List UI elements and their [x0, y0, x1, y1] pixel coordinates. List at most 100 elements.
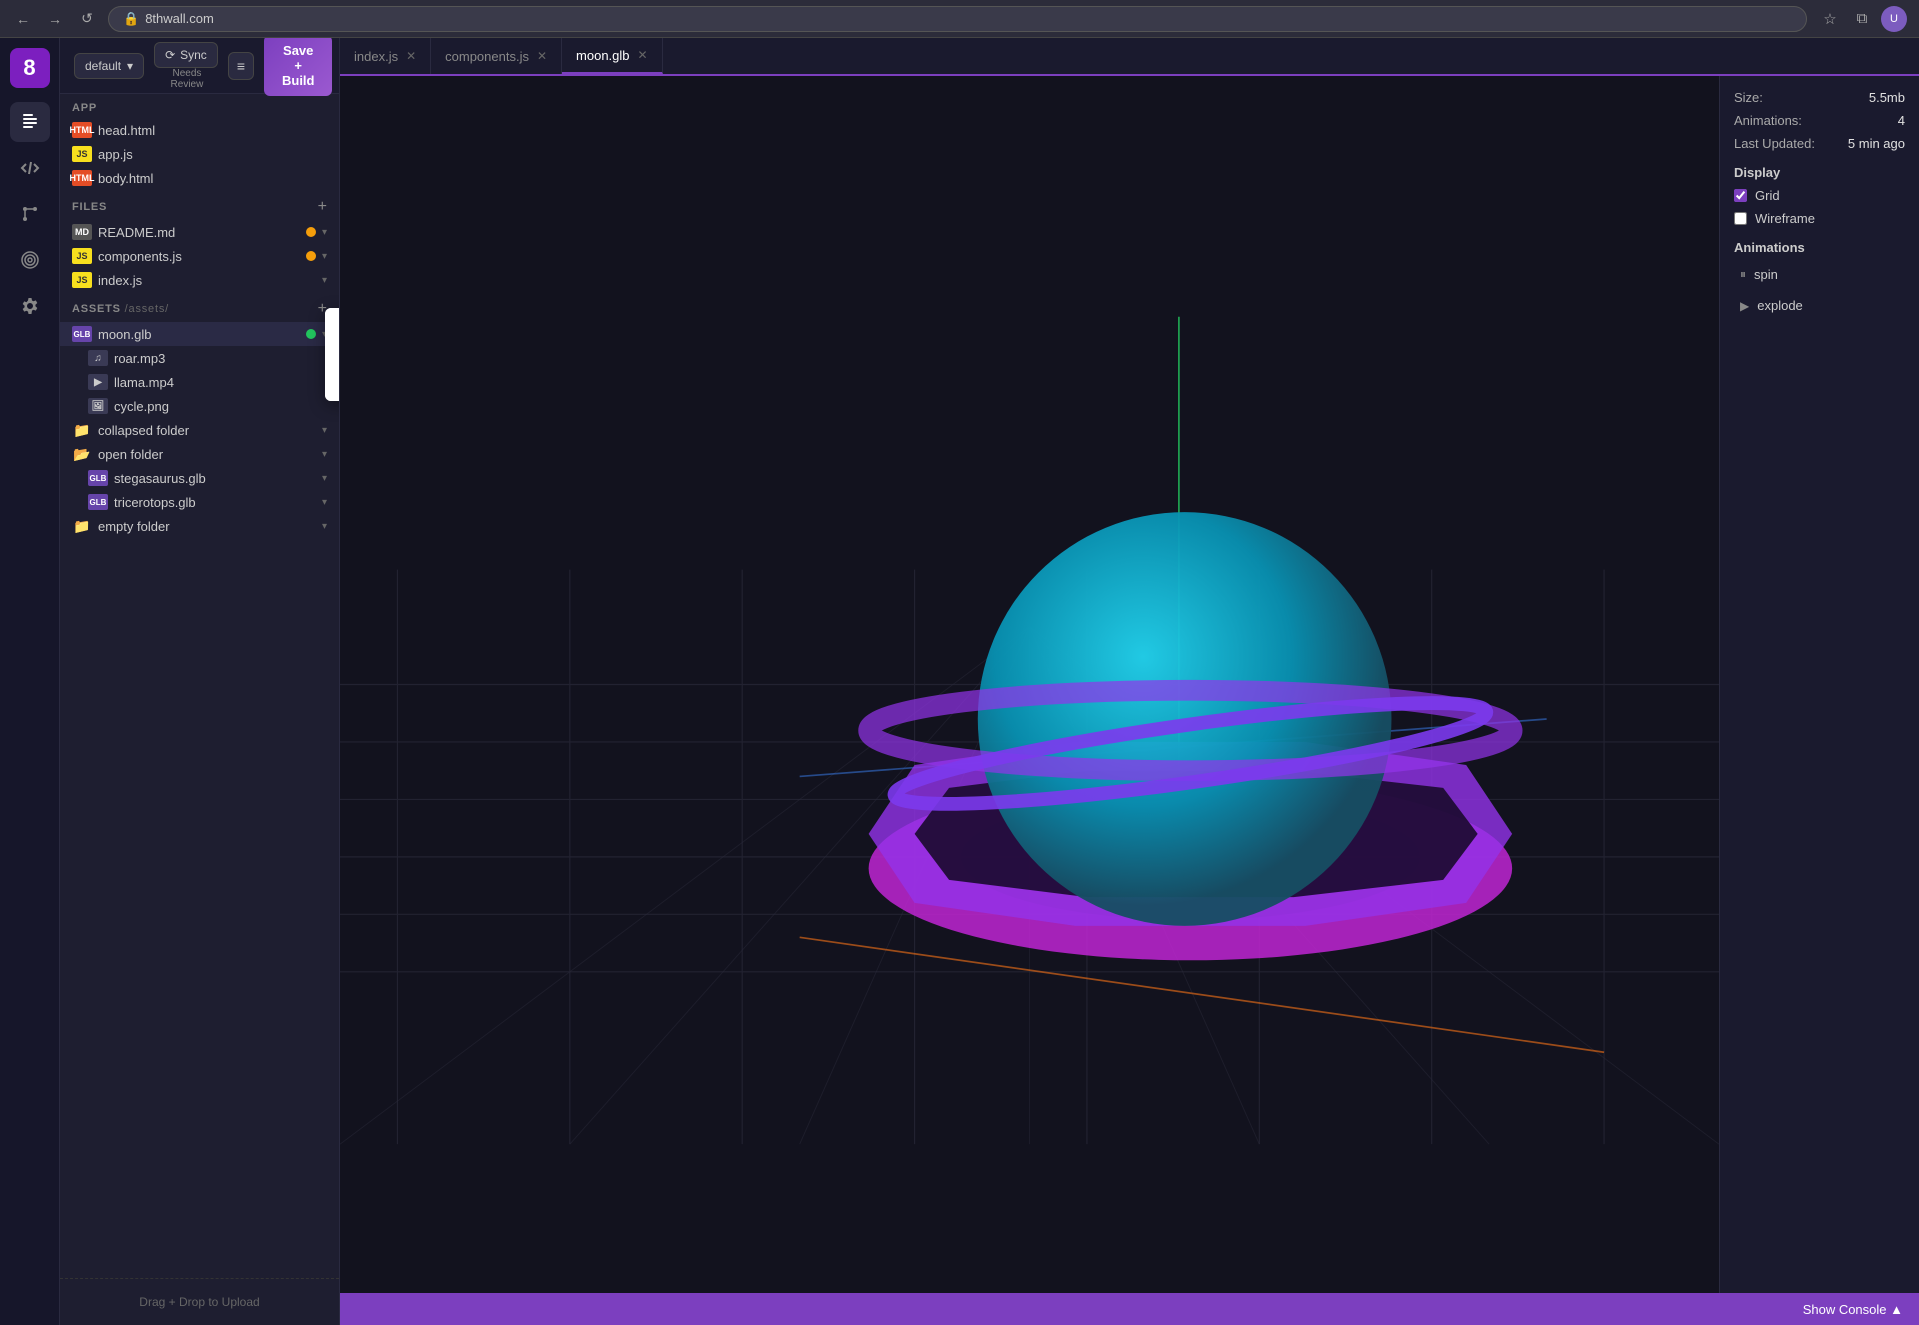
size-value: 5.5mb	[1869, 90, 1905, 105]
close-tab-button[interactable]: ✕	[537, 50, 547, 62]
grid-checkbox-row[interactable]: Grid	[1734, 188, 1905, 203]
tab-moon-glb[interactable]: moon.glb ✕	[562, 38, 663, 74]
file-item-head-html[interactable]: HTML head.html	[60, 118, 339, 142]
tab-components-js[interactable]: components.js ✕	[431, 38, 562, 74]
file-item-app-js[interactable]: JS app.js	[60, 142, 339, 166]
forward-button[interactable]: →	[44, 8, 66, 30]
show-console-button[interactable]: Show Console ▲	[1803, 1302, 1903, 1317]
file-name: components.js	[98, 249, 300, 264]
file-item-components-js[interactable]: JS components.js ▾	[60, 244, 339, 268]
tab-bar: index.js ✕ components.js ✕ moon.glb ✕	[340, 38, 1919, 76]
file-tree: APP HTML head.html JS app.js HTML body.h…	[60, 94, 339, 1325]
files-rail-button[interactable]	[10, 102, 50, 142]
extensions-button[interactable]: ⧉	[1849, 6, 1875, 32]
file-item-empty-folder[interactable]: 📁 empty folder ▾	[60, 514, 339, 538]
tab-index-js[interactable]: index.js ✕	[340, 38, 431, 74]
anim-explode-row[interactable]: ▶ explode	[1734, 294, 1905, 317]
target-rail-button[interactable]	[10, 240, 50, 280]
chevron-icon: ▾	[322, 473, 327, 484]
viewport-svg	[340, 76, 1719, 1293]
needs-review-text: Needs Review	[156, 68, 218, 90]
file-item-open-folder[interactable]: 📂 open folder ▾	[60, 442, 339, 466]
wireframe-checkbox-row[interactable]: Wireframe	[1734, 211, 1905, 226]
close-tab-button[interactable]: ✕	[638, 49, 648, 61]
folder-icon: 📁	[72, 518, 92, 534]
main-area: index.js ✕ components.js ✕ moon.glb ✕	[340, 38, 1919, 1325]
file-item-llama-mp4[interactable]: ▶ llama.mp4	[60, 370, 339, 394]
play-icon: ▶	[1740, 299, 1749, 313]
reload-button[interactable]: ↺	[76, 8, 98, 30]
sync-label: Sync	[180, 48, 207, 62]
close-tab-button[interactable]: ✕	[406, 50, 416, 62]
url-bar[interactable]: 🔒 8thwall.com	[108, 6, 1807, 32]
file-item-tricerotops-glb[interactable]: GLB tricerotops.glb ▾	[60, 490, 339, 514]
back-button[interactable]: ←	[12, 8, 34, 30]
file-name: index.js	[98, 273, 316, 288]
sidebar: default ▾ ⟳ Sync Needs Review ≡ Save + B…	[60, 38, 340, 1325]
file-item-stegasaurus-glb[interactable]: GLB stegasaurus.glb ▾	[60, 466, 339, 490]
file-name: body.html	[98, 171, 327, 186]
branch-button[interactable]: default ▾	[74, 53, 144, 79]
folder-name: collapsed folder	[98, 423, 316, 438]
add-file-button[interactable]: +	[318, 198, 327, 216]
file-name: head.html	[98, 123, 327, 138]
delete-menu-item[interactable]: Delete	[325, 370, 339, 401]
grid-checkbox[interactable]	[1734, 189, 1747, 202]
viewport-container: Size: 5.5mb Animations: 4 Last Updated: …	[340, 76, 1919, 1293]
file-name: README.md	[98, 225, 300, 240]
animations-value: 4	[1898, 113, 1905, 128]
branch-label: default	[85, 59, 121, 73]
app-section-header: APP	[60, 94, 339, 118]
status-badge	[306, 227, 316, 237]
avatar[interactable]: U	[1881, 6, 1907, 32]
chevron-icon: ▾	[322, 251, 327, 262]
settings-rail-button[interactable]	[10, 286, 50, 326]
folder-open-icon: 📂	[72, 446, 92, 462]
folder-icon: 📁	[72, 422, 92, 438]
sync-button[interactable]: ⟳ Sync	[154, 42, 218, 68]
download-menu-item[interactable]: Download	[325, 339, 339, 370]
file-name: app.js	[98, 147, 327, 162]
js-icon: JS	[72, 248, 92, 264]
star-button[interactable]: ☆	[1817, 6, 1843, 32]
save-build-button[interactable]: Save + Build	[264, 38, 332, 96]
icon-rail: 8	[0, 38, 60, 1325]
sync-icon: ⟳	[165, 48, 175, 62]
file-item-cycle-png[interactable]: 🖼 cycle.png	[60, 394, 339, 418]
updated-label: Last Updated:	[1734, 136, 1815, 151]
viewport-3d[interactable]	[340, 76, 1719, 1293]
tab-label: index.js	[354, 49, 398, 64]
file-item-moon-glb[interactable]: GLB moon.glb ▾	[60, 322, 339, 346]
upload-zone[interactable]: Drag + Drop to Upload	[60, 1278, 339, 1325]
animations-section: Animations	[1734, 240, 1905, 255]
file-item-roar-mp3[interactable]: ♫ roar.mp3	[60, 346, 339, 370]
browser-chrome: ← → ↺ 🔒 8thwall.com ☆ ⧉ U	[0, 0, 1919, 38]
logo-button[interactable]: 8	[10, 48, 50, 88]
app-section-label: APP	[72, 102, 97, 114]
lock-icon: 🔒	[123, 11, 139, 27]
chevron-icon: ▾	[322, 425, 327, 436]
files-section-header: FILES +	[60, 190, 339, 220]
md-icon: MD	[72, 224, 92, 240]
git-rail-button[interactable]	[10, 194, 50, 234]
file-name: tricerotops.glb	[114, 495, 316, 510]
folder-name: empty folder	[98, 519, 316, 534]
html-icon: HTML	[72, 122, 92, 138]
anim-spin-row[interactable]: ⏸ spin	[1734, 263, 1905, 286]
file-item-collapsed-folder[interactable]: 📁 collapsed folder ▾	[60, 418, 339, 442]
wireframe-label: Wireframe	[1755, 211, 1815, 226]
file-item-body-html[interactable]: HTML body.html	[60, 166, 339, 190]
menu-button[interactable]: ≡	[228, 52, 254, 80]
file-item-readme[interactable]: MD README.md ▾	[60, 220, 339, 244]
upload-label: Drag + Drop to Upload	[139, 1295, 259, 1309]
url-text: 8thwall.com	[145, 11, 214, 26]
sync-wrapper: ⟳ Sync Needs Review	[154, 42, 218, 90]
rename-menu-item[interactable]: Rename	[325, 308, 339, 339]
glb-icon: GLB	[88, 470, 108, 486]
file-item-index-js[interactable]: JS index.js ▾	[60, 268, 339, 292]
files-section-label: FILES	[72, 201, 107, 213]
assets-section-header: ASSETS /assets/ +	[60, 292, 339, 322]
wireframe-checkbox[interactable]	[1734, 212, 1747, 225]
code-rail-button[interactable]	[10, 148, 50, 188]
updated-row: Last Updated: 5 min ago	[1734, 136, 1905, 151]
